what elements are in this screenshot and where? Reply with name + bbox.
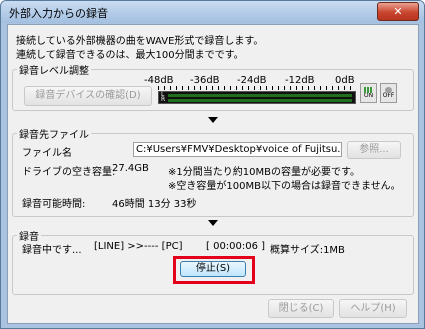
intro-line-2: 連続して録音できるのは、最大100分間までです。	[16, 50, 244, 61]
on-label: ON	[363, 92, 374, 99]
close-button[interactable]: 閉じる(C)	[268, 299, 334, 318]
on-indicator-icon	[364, 87, 373, 93]
flow-arrow-2	[208, 220, 218, 226]
recording-status: 録音中です...	[22, 245, 82, 256]
db-label-12: -12dB	[285, 75, 315, 86]
monitor-off-toggle[interactable]: OFF	[380, 83, 397, 103]
free-space-value: 27.4GB	[112, 163, 149, 174]
db-label-36: -36dB	[190, 75, 220, 86]
meter-bar-left	[168, 94, 352, 97]
db-label-0: 0dB	[335, 75, 355, 86]
db-label-24: -24dB	[237, 75, 267, 86]
stop-button[interactable]: 停止(S)	[180, 261, 246, 277]
help-button[interactable]: ヘルプ(H)	[339, 299, 407, 318]
recording-dialog: 外部入力からの録音 ✕ 接続している外部機器の曲をWAVE形式で録音します。 連…	[0, 0, 425, 329]
close-icon: ✕	[393, 5, 403, 18]
device-check-button[interactable]: 録音デバイスの確認(D)	[24, 86, 152, 106]
meter-ticks	[158, 86, 354, 90]
approx-size: 概算サイズ:1MB	[270, 245, 345, 256]
capacity-note-2: ※空き容量が100MB以下の場合は録音できません。	[168, 181, 401, 192]
recording-route: [LINE] >>---- [PC]	[94, 241, 183, 252]
off-indicator-icon	[385, 87, 392, 93]
free-space-label: ドライブの空き容量:	[22, 167, 116, 178]
available-time-label: 録音可能時間:	[22, 199, 86, 210]
file-name-field[interactable]: C:¥Users¥FMV¥Desktop¥voice of Fujitsu.wa…	[133, 142, 342, 157]
destination-group-title: 録音先ファイル	[17, 126, 91, 141]
window-title: 外部入力からの録音	[9, 7, 108, 20]
db-label-48: -48dB	[144, 75, 174, 86]
available-time-value: 46時間 13分 33秒	[112, 199, 197, 210]
meter-channel-r: R	[161, 96, 166, 103]
file-name-label: ファイル名	[22, 148, 72, 159]
close-window-button[interactable]: ✕	[377, 2, 419, 21]
title-bar: 外部入力からの録音 ✕	[1, 1, 424, 23]
intro-line-1: 接続している外部機器の曲をWAVE形式で録音します。	[16, 36, 264, 47]
meter-bar-right	[168, 99, 352, 102]
elapsed-time: [ 00:00:06 ]	[206, 241, 266, 252]
capacity-note-1: ※1分間当たり約10MBの容量が必要です。	[168, 167, 360, 178]
monitor-on-toggle[interactable]: ON	[360, 83, 377, 103]
dialog-body: 接続している外部機器の曲をWAVE形式で録音します。 連続して録音できるのは、最…	[7, 24, 419, 324]
flow-arrow-1	[208, 117, 218, 123]
off-label: OFF	[382, 92, 395, 99]
browse-button[interactable]: 参照...	[347, 141, 401, 159]
level-group-title: 録音レベル調整	[17, 62, 91, 77]
level-meter: L R	[158, 91, 356, 104]
